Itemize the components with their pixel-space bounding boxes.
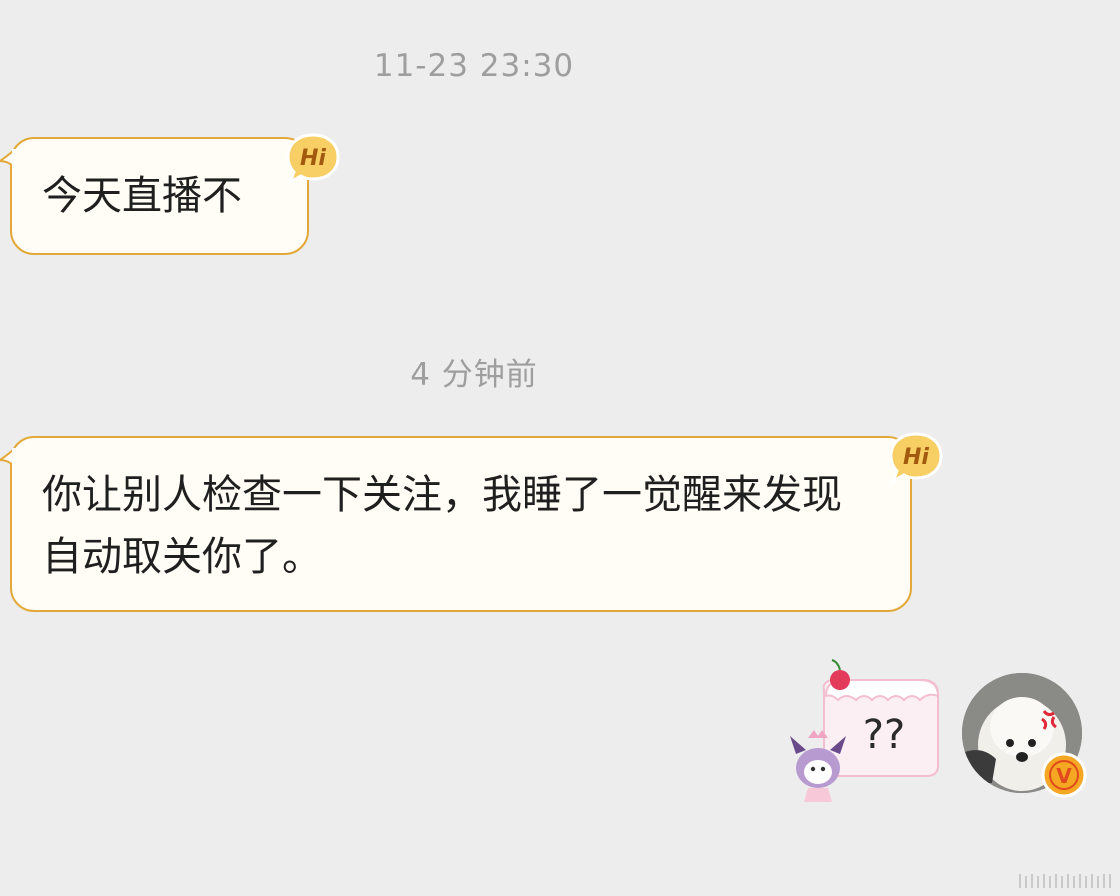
hi-badge-label: Hi [300, 146, 326, 171]
bubble-tail-icon [0, 149, 24, 169]
hi-badge-icon: Hi [286, 133, 340, 186]
hi-badge-label: Hi [903, 445, 929, 470]
bubble-tail-icon [0, 448, 24, 468]
message-bubble[interactable]: 今天直播不 [0, 137, 309, 255]
verified-badge-label: V [1056, 764, 1072, 788]
message-timestamp: 11-23 23:30 [373, 48, 575, 84]
verified-badge-icon: V [1041, 752, 1087, 798]
question-cake-sticker-icon[interactable]: ?? [788, 656, 948, 806]
message-text: 今天直播不 [42, 173, 242, 219]
message-timestamp: 4 分钟前 [410, 357, 538, 393]
watermark-bar-icon [1019, 874, 1111, 888]
message-bubble[interactable]: 你让别人检查一下关注，我睡了一觉醒来发现自动取关你了。 [0, 436, 912, 612]
message-text: 你让别人检查一下关注，我睡了一觉醒来发现自动取关你了。 [42, 472, 842, 580]
hi-badge-icon: Hi [889, 432, 943, 485]
sticker-text: ?? [863, 712, 905, 758]
chat-view: 11-23 23:30 今天直播不 Hi 4 分钟前 你让别人检查一下关注，我睡… [0, 0, 1120, 896]
